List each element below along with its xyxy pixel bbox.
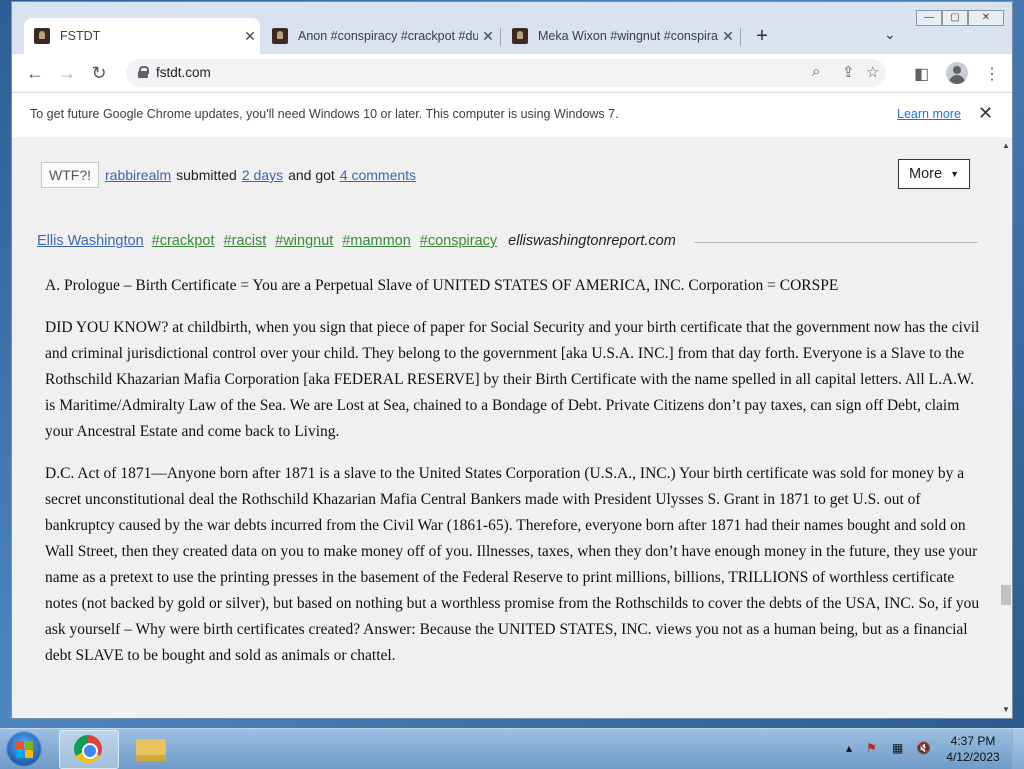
close-tab-icon[interactable]: ✕ [478, 28, 498, 45]
windows-logo-icon [16, 741, 24, 749]
divider [694, 242, 978, 243]
volume-muted-icon[interactable]: 🔇 [916, 741, 931, 755]
profile-avatar-icon[interactable] [946, 62, 968, 84]
learn-more-link[interactable]: Learn more [897, 107, 961, 121]
action-center-flag-icon[interactable]: ⚑ [866, 741, 877, 755]
windows-logo-icon [25, 750, 33, 758]
tab-title: Anon #conspiracy #crackpot #du [298, 29, 478, 43]
close-tab-icon[interactable]: ✕ [240, 28, 260, 45]
tab-anon[interactable]: Anon #conspiracy #crackpot #du ✕ [262, 18, 498, 54]
tab-separator [740, 28, 741, 46]
menu-kebab-icon[interactable]: ⋮ [984, 64, 1000, 84]
quote-paragraph: A. Prologue – Birth Certificate = You ar… [45, 277, 839, 294]
tag-link[interactable]: #mammon [342, 233, 411, 249]
tab-strip: FSTDT ✕ Anon #conspiracy #crackpot #du ✕… [12, 2, 1012, 54]
clock-time: 4:37 PM [950, 734, 996, 748]
show-hidden-icons-icon[interactable]: ▴ [846, 741, 852, 755]
tab-meka-wixon[interactable]: Meka Wixon #wingnut #conspira ✕ [502, 18, 738, 54]
submitter-link[interactable]: rabbirealm [105, 167, 171, 183]
windows-logo-icon [25, 741, 33, 749]
time-link[interactable]: 2 days [242, 167, 283, 183]
submitted-text: submitted [176, 167, 237, 183]
fstdt-favicon-icon [34, 28, 50, 44]
source-text: elliswashingtonreport.com [508, 233, 676, 249]
scrollbar-thumb[interactable] [1001, 585, 1011, 605]
vertical-scrollbar[interactable]: ▲ ▼ [1000, 137, 1012, 718]
taskbar: ▴ ⚑ ▦ 🔇 4:37 PM 4/12/2023 [0, 728, 1024, 769]
infobar-message: To get future Google Chrome updates, you… [30, 107, 619, 121]
more-label: More [909, 166, 943, 182]
clock-date: 4/12/2023 [946, 750, 1000, 764]
taskbar-chrome-button[interactable] [59, 730, 119, 769]
network-icon[interactable]: ▦ [892, 741, 903, 755]
search-icon[interactable]: ⌕ [812, 63, 820, 80]
fstdt-favicon-icon [272, 28, 288, 44]
browser-toolbar: ← → ↻ fstdt.com ⌕ ⇪ ☆ ◧ ⋮ [12, 54, 1012, 92]
wtf-button[interactable]: WTF?! [41, 162, 99, 188]
chrome-icon [74, 735, 102, 763]
maximize-button[interactable]: ▢ [942, 10, 968, 26]
side-panel-icon[interactable]: ◧ [914, 64, 929, 84]
forward-arrow-icon[interactable]: → [56, 62, 78, 84]
fstdt-favicon-icon [512, 28, 528, 44]
tab-title: FSTDT [60, 29, 101, 43]
system-clock[interactable]: 4:37 PM 4/12/2023 [944, 733, 1002, 765]
close-window-button[interactable]: ✕ [968, 10, 1004, 26]
scroll-down-icon[interactable]: ▼ [1002, 705, 1010, 714]
scroll-up-icon[interactable]: ▲ [1002, 141, 1010, 150]
tag-link[interactable]: #crackpot [152, 233, 215, 249]
close-tab-icon[interactable]: ✕ [718, 28, 738, 45]
address-bar[interactable]: fstdt.com ⌕ ⇪ ☆ [126, 59, 886, 87]
tag-link[interactable]: #wingnut [275, 233, 333, 249]
tag-link[interactable]: #racist [224, 233, 267, 249]
quote-body: A. Prologue – Birth Certificate = You ar… [45, 273, 980, 685]
comments-link[interactable]: 4 comments [340, 167, 416, 183]
tab-search-chevron-icon[interactable]: ⌄ [884, 26, 896, 43]
quote-paragraph: DID YOU KNOW? at childbirth, when you si… [45, 319, 980, 440]
infobar-close-icon[interactable]: ✕ [978, 103, 993, 124]
browser-window: FSTDT ✕ Anon #conspiracy #crackpot #du ✕… [12, 2, 1012, 718]
tab-separator [500, 28, 501, 46]
lock-icon[interactable] [138, 66, 149, 78]
tab-title: Meka Wixon #wingnut #conspira [538, 29, 718, 43]
post-meta: WTF?! rabbirealm submitted 2 days and go… [41, 161, 416, 189]
update-infobar: To get future Google Chrome updates, you… [12, 92, 1012, 138]
bookmark-star-icon[interactable]: ☆ [866, 63, 879, 81]
windows-logo-icon [16, 750, 24, 758]
more-button[interactable]: More ▼ [898, 159, 970, 189]
share-icon[interactable]: ⇪ [842, 63, 855, 81]
reload-icon[interactable]: ↻ [88, 62, 110, 84]
url-text[interactable]: fstdt.com [156, 65, 211, 80]
minimize-button[interactable]: — [916, 10, 942, 26]
start-button[interactable] [6, 731, 42, 767]
tab-fstdt[interactable]: FSTDT ✕ [24, 18, 260, 54]
caret-down-icon: ▼ [950, 169, 959, 179]
and-got-text: and got [288, 167, 335, 183]
author-link[interactable]: Ellis Washington [37, 233, 144, 249]
show-desktop-button[interactable] [1012, 729, 1024, 769]
page-content: WTF?! rabbirealm submitted 2 days and go… [12, 137, 1000, 718]
quote-tagline: Ellis Washington #crackpot #racist #wing… [37, 233, 676, 249]
tag-link[interactable]: #conspiracy [420, 233, 497, 249]
file-explorer-folder-icon[interactable] [136, 739, 166, 761]
new-tab-button[interactable]: + [750, 26, 774, 46]
quote-paragraph: D.C. Act of 1871—Anyone born after 1871 … [45, 465, 980, 664]
back-arrow-icon[interactable]: ← [24, 62, 46, 84]
